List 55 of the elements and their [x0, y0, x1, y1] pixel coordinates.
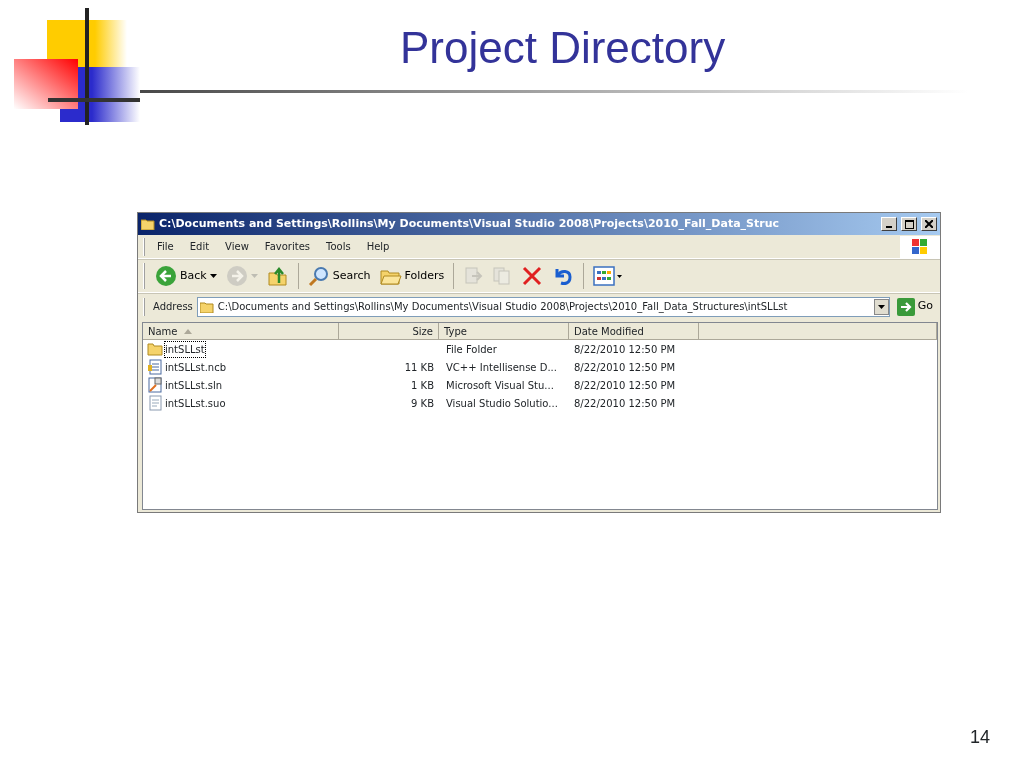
go-button[interactable]: Go [893, 295, 936, 318]
file-size: 11 KB [404, 361, 434, 373]
minimize-button[interactable] [881, 217, 897, 231]
column-header[interactable]: Type [439, 323, 569, 339]
caret-icon [250, 274, 258, 278]
back-button[interactable]: Back [152, 263, 220, 289]
close-icon [925, 220, 933, 228]
file-type: VC++ Intellisense D... [446, 361, 557, 373]
file-name[interactable]: intSLLst.sln [165, 377, 223, 393]
folder-up-icon [266, 265, 289, 287]
file-name[interactable]: intSLLst.suo [165, 395, 226, 411]
search-button[interactable]: Search [304, 263, 374, 289]
maximize-icon [904, 219, 914, 229]
caret-icon [209, 274, 217, 278]
maximize-button[interactable] [901, 217, 917, 231]
document-icon [147, 395, 163, 411]
date-modified: 8/22/2010 12:50 PM [574, 361, 676, 373]
column-header[interactable]: Size [339, 323, 439, 339]
copy-to-icon [492, 266, 513, 286]
date-modified: 8/22/2010 12:50 PM [574, 397, 676, 409]
folder-icon [147, 342, 163, 356]
dropdown-button[interactable] [873, 298, 889, 315]
menu-item[interactable]: Help [358, 239, 398, 254]
column-header[interactable]: Name [143, 323, 339, 339]
folder-icon [141, 218, 155, 230]
caret-icon [877, 304, 885, 309]
views-icon [593, 266, 624, 286]
file-type: File Folder [446, 343, 497, 355]
page-number: 14 [969, 726, 990, 749]
file-size: 1 KB [411, 379, 434, 391]
solution-file-icon [147, 377, 163, 393]
address-field[interactable]: C:\Documents and Settings\Rollins\My Documents\Visual Studio 2008\Projects\2010_Fall_Data_Structures\intSLLst [196, 296, 890, 317]
file-size: 9 KB [411, 397, 434, 409]
menu-item[interactable]: View [217, 239, 257, 254]
folders-button[interactable]: Folders [376, 264, 448, 288]
menu-item[interactable]: Edit [181, 239, 218, 254]
move-to-icon [463, 266, 484, 286]
date-modified: 8/22/2010 12:50 PM [574, 343, 676, 355]
file-name[interactable]: intSLLst [165, 341, 205, 357]
address-label: Address [153, 300, 193, 314]
menu-item[interactable]: File [149, 239, 182, 254]
slide-title: Project Directory [400, 22, 726, 74]
folder-icon [199, 300, 214, 313]
file-type: Microsoft Visual Stu... [446, 379, 554, 391]
file-name[interactable]: intSLLst.ncb [165, 359, 227, 375]
delete-icon [521, 265, 544, 287]
menu-item[interactable]: Favorites [256, 239, 318, 254]
column-header[interactable]: Date Modified [569, 323, 699, 339]
close-button[interactable] [921, 217, 937, 231]
file-type: Visual Studio Solutio... [446, 397, 558, 409]
document-icon [147, 359, 163, 375]
search-icon [307, 265, 330, 287]
date-modified: 8/22/2010 12:50 PM [574, 379, 676, 391]
window-title: C:\Documents and Settings\Rollins\My Documents\Visual Studio 2008\Projects\2010_Fall_Data_Struc [159, 215, 781, 232]
menu-item[interactable]: Tools [318, 239, 359, 254]
